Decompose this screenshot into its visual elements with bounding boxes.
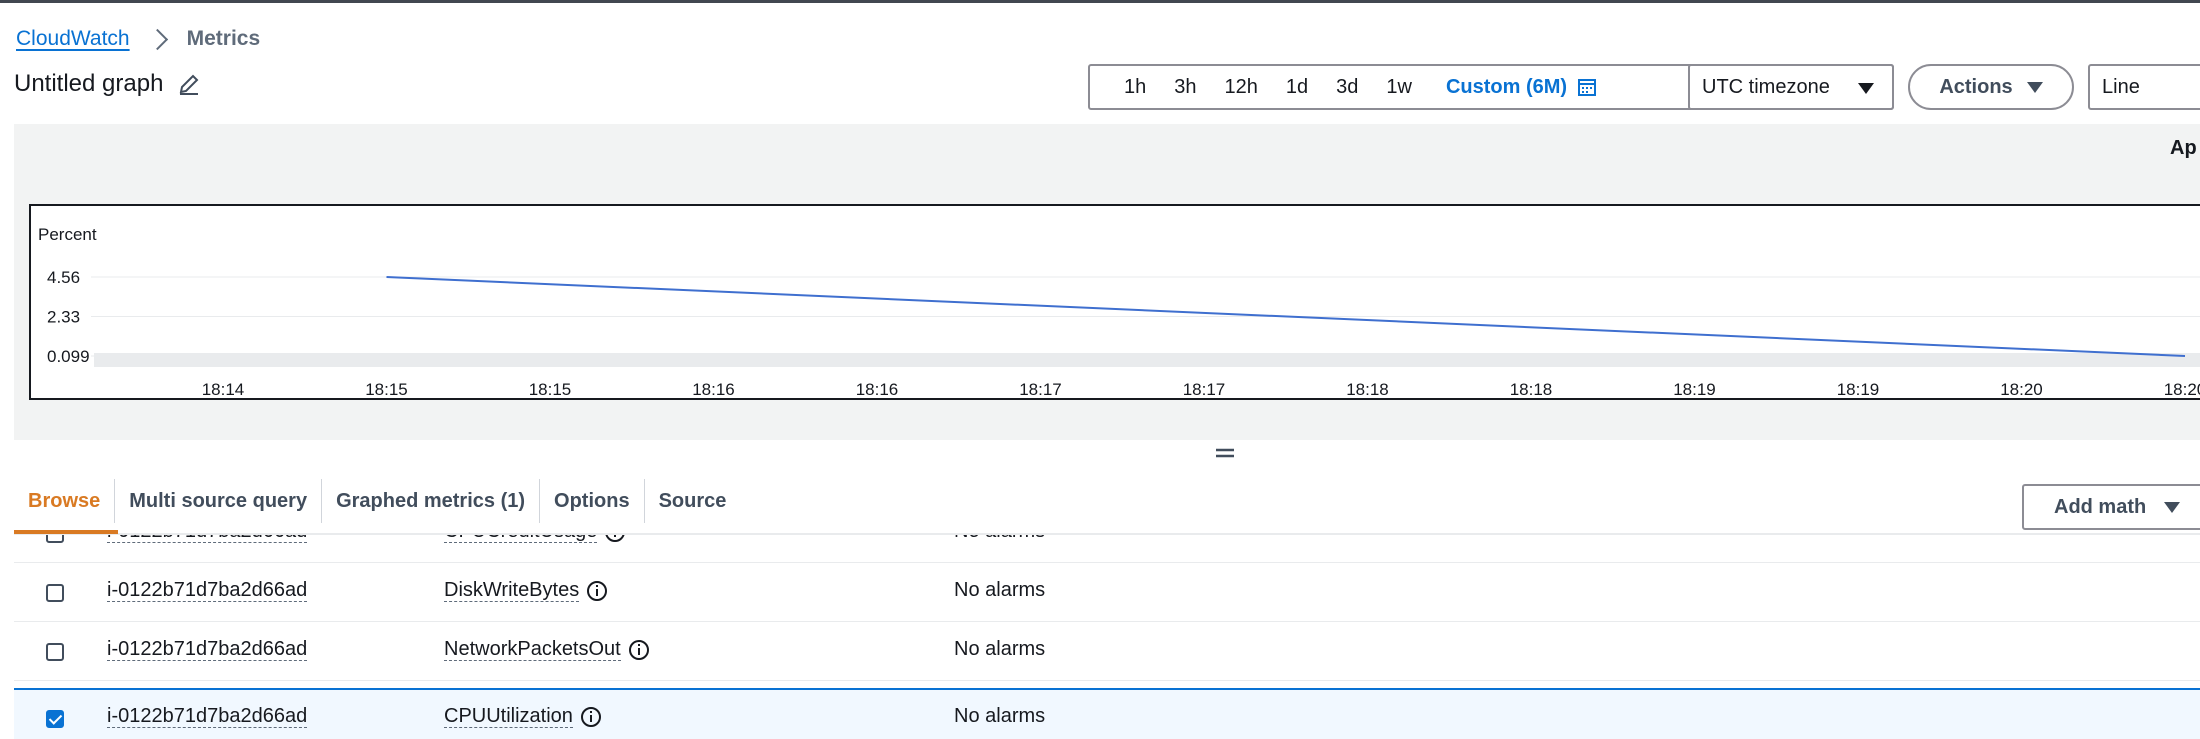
graph-header-truncated: Ap bbox=[2170, 137, 2197, 159]
row-checkbox-checked[interactable] bbox=[46, 710, 64, 728]
range-1h-button[interactable]: 1h bbox=[1110, 76, 1160, 99]
metric-name[interactable]: DiskWriteBytes bbox=[444, 579, 580, 602]
table-row[interactable]: i-0122b71d7ba2d66ad CPUCreditUsage No al… bbox=[14, 535, 2200, 563]
alarm-status-cell: No alarms bbox=[954, 535, 1045, 543]
y-tick-label: 0.099 bbox=[47, 347, 90, 366]
graph-type-select[interactable]: Line bbox=[2088, 64, 2200, 110]
timezone-value: UTC timezone bbox=[1702, 75, 1830, 98]
pencil-icon[interactable] bbox=[177, 72, 201, 96]
x-tick-label: 18:16 bbox=[856, 380, 899, 399]
x-tick-label: 18:19 bbox=[1673, 380, 1716, 399]
caret-down-icon bbox=[2164, 501, 2181, 513]
x-tick-label: 18:15 bbox=[529, 380, 572, 399]
table-row[interactable]: i-0122b71d7ba2d66ad DiskWriteBytes No al… bbox=[14, 564, 2200, 622]
caret-down-icon bbox=[2026, 81, 2043, 93]
metric-name[interactable]: CPUCreditUsage bbox=[444, 535, 598, 543]
chevron-right-icon bbox=[146, 28, 168, 50]
tab-multi-source-query[interactable]: Multi source query bbox=[115, 479, 323, 523]
info-icon[interactable] bbox=[580, 706, 602, 728]
tab-source[interactable]: Source bbox=[645, 479, 741, 523]
x-tick-label: 18:16 bbox=[692, 380, 735, 399]
range-1d-button[interactable]: 1d bbox=[1272, 76, 1322, 99]
instance-id-cell[interactable]: i-0122b71d7ba2d66ad bbox=[107, 705, 308, 728]
breadcrumb-cloudwatch-link[interactable]: CloudWatch bbox=[16, 27, 130, 51]
row-checkbox[interactable] bbox=[46, 535, 64, 543]
line-chart: Percent 4.56 2.33 0.099 18:14 18:15 18:15 18:16… bbox=[38, 225, 2200, 399]
x-tick-label: 18:15 bbox=[365, 380, 408, 399]
x-tick-label: 18:20 bbox=[2164, 380, 2200, 399]
y-tick-label: 2.33 bbox=[47, 307, 80, 326]
tab-bar: Browse Multi source query Graphed metric… bbox=[14, 470, 740, 532]
instance-id-cell[interactable]: i-0122b71d7ba2d66ad bbox=[107, 638, 308, 661]
actions-label: Actions bbox=[1939, 75, 2013, 98]
instance-id-cell[interactable]: i-0122b71d7ba2d66ad bbox=[107, 579, 308, 602]
metric-name-cell: CPUUtilization bbox=[444, 705, 602, 728]
info-icon[interactable] bbox=[628, 639, 650, 661]
calendar-icon[interactable] bbox=[1577, 77, 1597, 97]
actions-button[interactable]: Actions bbox=[1908, 64, 2074, 110]
x-tick-label: 18:18 bbox=[1346, 380, 1389, 399]
tab-graphed-metrics[interactable]: Graphed metrics (1) bbox=[322, 479, 541, 523]
metric-name-cell: NetworkPacketsOut bbox=[444, 638, 650, 661]
range-3d-button[interactable]: 3d bbox=[1322, 76, 1372, 99]
graph-type-value: Line bbox=[2102, 75, 2140, 98]
caret-down-icon bbox=[1858, 83, 1874, 94]
x-tick-label: 18:20 bbox=[2000, 380, 2043, 399]
metric-name-cell: CPUCreditUsage bbox=[444, 535, 626, 543]
x-tick-label: 18:19 bbox=[1837, 380, 1880, 399]
instance-id-cell[interactable]: i-0122b71d7ba2d66ad bbox=[107, 535, 308, 543]
y-axis-label: Percent bbox=[38, 225, 97, 244]
range-12h-button[interactable]: 12h bbox=[1211, 76, 1272, 99]
add-math-button[interactable]: Add math bbox=[2022, 484, 2200, 530]
graph-title-text: Untitled graph bbox=[14, 70, 164, 97]
metric-name-cell: DiskWriteBytes bbox=[444, 579, 608, 602]
breadcrumb: CloudWatch Metrics bbox=[16, 24, 260, 54]
resize-handle-icon[interactable] bbox=[1215, 446, 1235, 460]
info-icon[interactable] bbox=[586, 580, 608, 602]
top-border bbox=[0, 0, 2200, 3]
y-tick-label: 4.56 bbox=[47, 268, 80, 287]
graph-title: Untitled graph bbox=[14, 70, 201, 98]
tab-browse[interactable]: Browse bbox=[14, 479, 116, 523]
row-checkbox[interactable] bbox=[46, 584, 64, 602]
tab-options[interactable]: Options bbox=[540, 479, 645, 523]
breadcrumb-current: Metrics bbox=[186, 27, 261, 50]
baseline-band bbox=[94, 353, 2200, 367]
range-3h-button[interactable]: 3h bbox=[1160, 76, 1210, 99]
alarm-status-cell: No alarms bbox=[954, 705, 1046, 727]
metric-name[interactable]: NetworkPacketsOut bbox=[444, 638, 621, 661]
custom-range-button[interactable]: Custom (6M) bbox=[1432, 76, 1577, 99]
metrics-table: i-0122b71d7ba2d66ad CPUCreditUsage No al… bbox=[14, 535, 2200, 739]
table-row[interactable]: i-0122b71d7ba2d66ad NetworkPacketsOut No… bbox=[14, 623, 2200, 681]
alarm-status-cell: No alarms bbox=[954, 579, 1046, 601]
row-checkbox[interactable] bbox=[46, 643, 64, 661]
timezone-select[interactable]: UTC timezone bbox=[1688, 64, 1894, 110]
chart-container: Percent 4.56 2.33 0.099 18:14 18:15 18:15 18:16… bbox=[29, 204, 2200, 400]
add-math-label: Add math bbox=[2054, 495, 2147, 518]
x-tick-label: 18:14 bbox=[202, 380, 245, 399]
alarm-status-cell: No alarms bbox=[954, 638, 1046, 660]
table-row-selected[interactable]: i-0122b71d7ba2d66ad CPUUtilization No al… bbox=[14, 688, 2200, 739]
metric-name[interactable]: CPUUtilization bbox=[444, 705, 573, 728]
x-tick-label: 18:18 bbox=[1510, 380, 1553, 399]
active-tab-indicator bbox=[14, 530, 118, 534]
info-icon[interactable] bbox=[604, 535, 626, 543]
range-1w-button[interactable]: 1w bbox=[1372, 76, 1426, 99]
x-tick-label: 18:17 bbox=[1183, 380, 1226, 399]
x-tick-label: 18:17 bbox=[1019, 380, 1062, 399]
